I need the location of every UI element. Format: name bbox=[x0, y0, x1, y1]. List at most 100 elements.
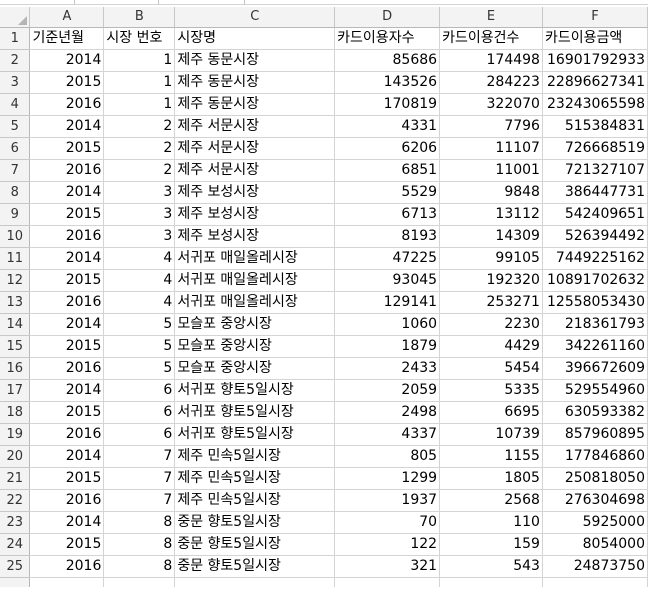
data-cell[interactable]: 모슬포 중앙시장 bbox=[174, 313, 336, 336]
data-cell[interactable]: 515384831 bbox=[542, 115, 648, 138]
row-header[interactable]: 15 bbox=[0, 335, 31, 358]
data-cell[interactable]: 제주 보성시장 bbox=[174, 225, 336, 248]
row-header[interactable] bbox=[0, 577, 31, 587]
data-cell[interactable] bbox=[29, 577, 105, 587]
row-header[interactable]: 9 bbox=[0, 203, 31, 226]
data-cell[interactable]: 110 bbox=[439, 511, 543, 534]
row-header[interactable]: 20 bbox=[0, 445, 31, 468]
data-cell[interactable]: 70 bbox=[334, 511, 441, 534]
data-cell[interactable]: 321 bbox=[334, 555, 441, 578]
data-cell[interactable]: 1937 bbox=[334, 489, 441, 512]
row-header[interactable]: 3 bbox=[0, 71, 31, 94]
row-header[interactable]: 8 bbox=[0, 181, 31, 204]
data-cell[interactable]: 85686 bbox=[334, 49, 441, 72]
data-cell[interactable]: 2015 bbox=[29, 401, 105, 424]
data-cell[interactable]: 1805 bbox=[439, 467, 543, 490]
data-cell[interactable]: 1299 bbox=[334, 467, 441, 490]
data-cell[interactable]: 2 bbox=[103, 115, 176, 138]
data-cell[interactable] bbox=[103, 577, 176, 587]
data-cell[interactable]: 2014 bbox=[29, 379, 105, 402]
data-cell[interactable]: 250818050 bbox=[542, 467, 648, 490]
data-cell[interactable]: 2016 bbox=[29, 291, 105, 314]
data-cell[interactable]: 중문 향토5일시장 bbox=[174, 555, 336, 578]
data-cell[interactable]: 2014 bbox=[29, 49, 105, 72]
data-cell[interactable]: 276304698 bbox=[542, 489, 648, 512]
data-cell[interactable]: 11001 bbox=[439, 159, 543, 182]
data-cell[interactable]: 857960895 bbox=[542, 423, 648, 446]
data-cell[interactable]: 159 bbox=[439, 533, 543, 556]
data-cell[interactable]: 99105 bbox=[439, 247, 543, 270]
data-cell[interactable]: 47225 bbox=[334, 247, 441, 270]
row-header[interactable]: 12 bbox=[0, 269, 31, 292]
data-cell[interactable]: 1 bbox=[103, 71, 176, 94]
data-cell[interactable]: 177846860 bbox=[542, 445, 648, 468]
header-cell[interactable]: 시장 번호 bbox=[103, 27, 176, 50]
data-cell[interactable]: 2014 bbox=[29, 445, 105, 468]
data-cell[interactable]: 7 bbox=[103, 489, 176, 512]
data-cell[interactable]: 1 bbox=[103, 93, 176, 116]
data-cell[interactable]: 386447731 bbox=[542, 181, 648, 204]
data-cell[interactable]: 16901792933 bbox=[542, 49, 648, 72]
data-cell[interactable]: 모슬포 중앙시장 bbox=[174, 357, 336, 380]
data-cell[interactable]: 2433 bbox=[334, 357, 441, 380]
data-cell[interactable]: 129141 bbox=[334, 291, 441, 314]
data-cell[interactable]: 서귀포 매일올레시장 bbox=[174, 247, 336, 270]
row-header[interactable]: 22 bbox=[0, 489, 31, 512]
column-header[interactable]: C bbox=[174, 7, 336, 28]
data-cell[interactable]: 2498 bbox=[334, 401, 441, 424]
row-header[interactable]: 17 bbox=[0, 379, 31, 402]
data-cell[interactable]: 서귀포 향토5일시장 bbox=[174, 379, 336, 402]
data-cell[interactable]: 중문 향토5일시장 bbox=[174, 533, 336, 556]
data-cell[interactable]: 12558053430 bbox=[542, 291, 648, 314]
data-cell[interactable]: 24873750 bbox=[542, 555, 648, 578]
data-cell[interactable]: 서귀포 매일올레시장 bbox=[174, 269, 336, 292]
row-header[interactable]: 24 bbox=[0, 533, 31, 556]
data-cell[interactable]: 8 bbox=[103, 511, 176, 534]
data-cell[interactable]: 모슬포 중앙시장 bbox=[174, 335, 336, 358]
data-cell[interactable]: 11107 bbox=[439, 137, 543, 160]
data-cell[interactable] bbox=[439, 577, 543, 587]
data-cell[interactable]: 2 bbox=[103, 137, 176, 160]
row-header[interactable]: 25 bbox=[0, 555, 31, 578]
row-header[interactable]: 2 bbox=[0, 49, 31, 72]
row-header[interactable]: 21 bbox=[0, 467, 31, 490]
row-header[interactable]: 10 bbox=[0, 225, 31, 248]
data-cell[interactable]: 4 bbox=[103, 247, 176, 270]
data-cell[interactable]: 2014 bbox=[29, 313, 105, 336]
data-cell[interactable]: 4337 bbox=[334, 423, 441, 446]
data-cell[interactable]: 93045 bbox=[334, 269, 441, 292]
data-cell[interactable]: 2014 bbox=[29, 181, 105, 204]
data-cell[interactable]: 143526 bbox=[334, 71, 441, 94]
data-cell[interactable]: 8193 bbox=[334, 225, 441, 248]
data-cell[interactable]: 542409651 bbox=[542, 203, 648, 226]
row-header[interactable]: 19 bbox=[0, 423, 31, 446]
row-header[interactable]: 7 bbox=[0, 159, 31, 182]
data-cell[interactable]: 2016 bbox=[29, 357, 105, 380]
data-cell[interactable]: 8 bbox=[103, 533, 176, 556]
row-header[interactable]: 13 bbox=[0, 291, 31, 314]
row-header[interactable]: 16 bbox=[0, 357, 31, 380]
data-cell[interactable] bbox=[334, 577, 441, 587]
data-cell[interactable]: 제주 민속5일시장 bbox=[174, 445, 336, 468]
data-cell[interactable]: 7796 bbox=[439, 115, 543, 138]
data-cell[interactable]: 제주 보성시장 bbox=[174, 181, 336, 204]
data-cell[interactable]: 2015 bbox=[29, 533, 105, 556]
data-cell[interactable]: 제주 민속5일시장 bbox=[174, 467, 336, 490]
header-cell[interactable]: 카드이용자수 bbox=[334, 27, 441, 50]
data-cell[interactable]: 805 bbox=[334, 445, 441, 468]
data-cell[interactable]: 3 bbox=[103, 181, 176, 204]
data-cell[interactable]: 6206 bbox=[334, 137, 441, 160]
data-cell[interactable]: 192320 bbox=[439, 269, 543, 292]
data-cell[interactable]: 322070 bbox=[439, 93, 543, 116]
data-cell[interactable]: 122 bbox=[334, 533, 441, 556]
data-cell[interactable]: 10891702632 bbox=[542, 269, 648, 292]
data-cell[interactable]: 중문 향토5일시장 bbox=[174, 511, 336, 534]
row-header[interactable]: 1 bbox=[0, 27, 31, 50]
data-cell[interactable]: 630593382 bbox=[542, 401, 648, 424]
data-cell[interactable]: 제주 보성시장 bbox=[174, 203, 336, 226]
data-cell[interactable]: 제주 서문시장 bbox=[174, 159, 336, 182]
data-cell[interactable]: 7 bbox=[103, 467, 176, 490]
data-cell[interactable] bbox=[174, 577, 336, 587]
data-cell[interactable]: 제주 동문시장 bbox=[174, 49, 336, 72]
data-cell[interactable]: 284223 bbox=[439, 71, 543, 94]
